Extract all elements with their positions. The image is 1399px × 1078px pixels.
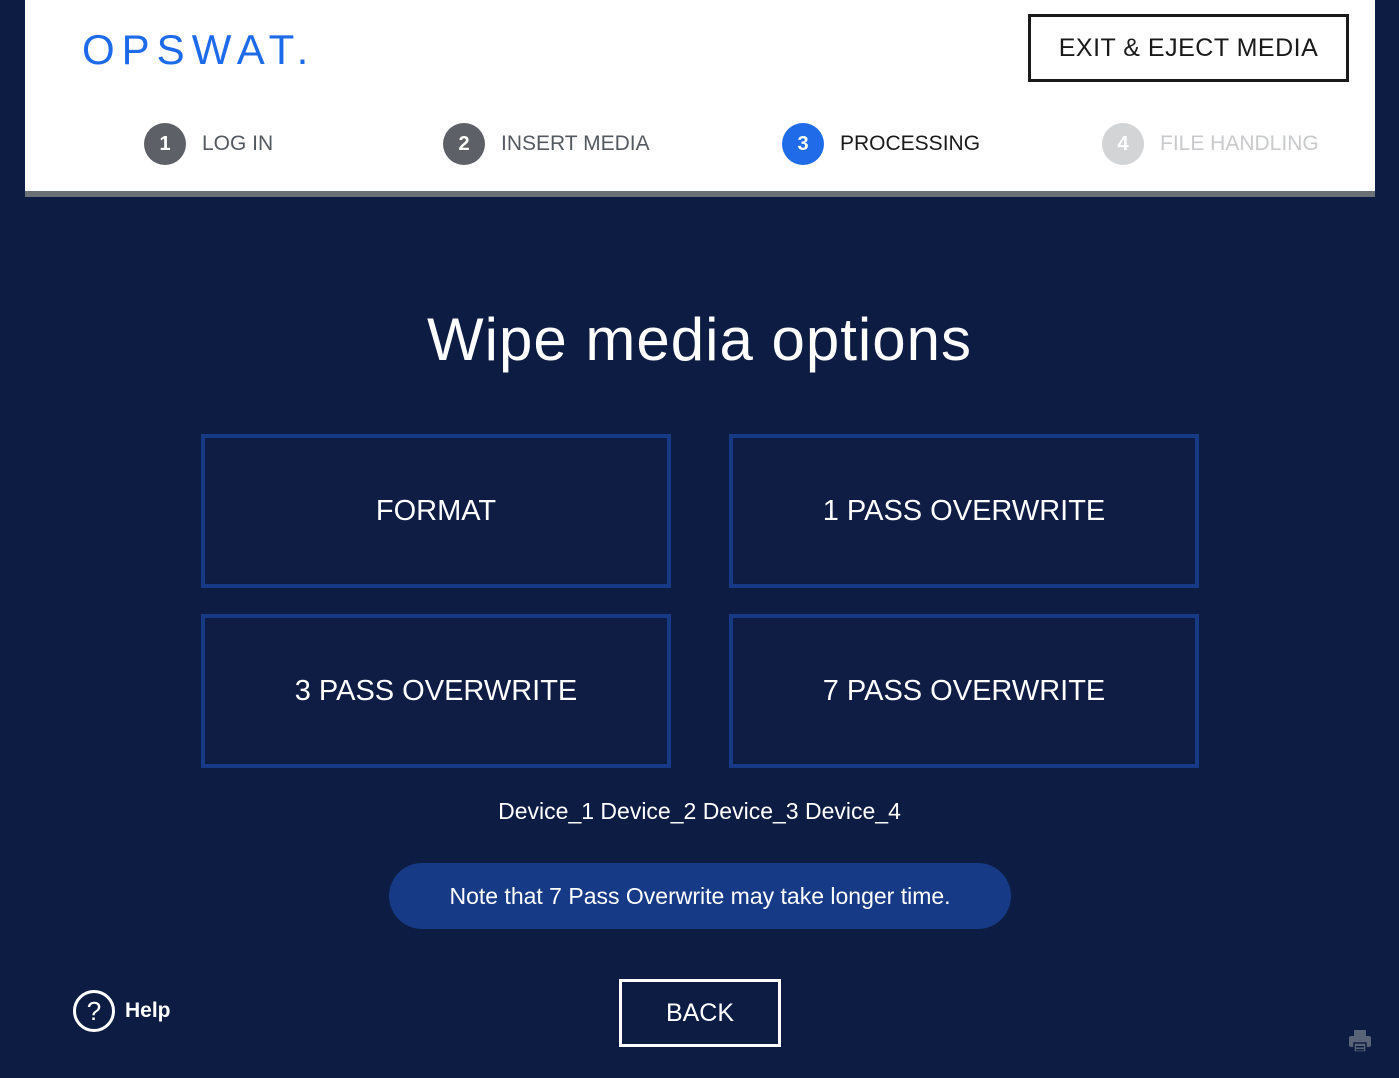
step-label: INSERT MEDIA bbox=[501, 132, 650, 155]
step-label: FILE HANDLING bbox=[1160, 132, 1319, 155]
help-button[interactable]: ? Help bbox=[73, 990, 171, 1032]
step-file-handling: 4 FILE HANDLING bbox=[1102, 123, 1319, 165]
step-log-in: 1 LOG IN bbox=[144, 123, 273, 165]
step-number: 4 bbox=[1102, 123, 1144, 165]
step-label: PROCESSING bbox=[840, 132, 981, 155]
step-processing: 3 PROCESSING bbox=[782, 123, 980, 165]
format-button[interactable]: FORMAT bbox=[201, 434, 671, 588]
top-header: OPSWAT. EXIT & EJECT MEDIA 1 LOG IN 2 IN… bbox=[25, 0, 1375, 197]
exit-eject-media-button[interactable]: EXIT & EJECT MEDIA bbox=[1028, 14, 1349, 82]
help-label: Help bbox=[125, 999, 171, 1022]
back-button[interactable]: BACK bbox=[619, 979, 781, 1047]
three-pass-overwrite-button[interactable]: 3 PASS OVERWRITE bbox=[201, 614, 671, 768]
opswat-logo: OPSWAT. bbox=[82, 26, 316, 73]
one-pass-overwrite-button[interactable]: 1 PASS OVERWRITE bbox=[729, 434, 1199, 588]
overwrite-note: Note that 7 Pass Overwrite may take long… bbox=[389, 863, 1011, 929]
step-number: 3 bbox=[782, 123, 824, 165]
step-number: 2 bbox=[443, 123, 485, 165]
page-title: Wipe media options bbox=[427, 306, 972, 373]
question-circle-icon: ? bbox=[73, 990, 115, 1032]
printer-icon[interactable] bbox=[1347, 1028, 1373, 1054]
step-label: LOG IN bbox=[202, 132, 274, 155]
step-number: 1 bbox=[144, 123, 186, 165]
device-list: Device_1 Device_2 Device_3 Device_4 bbox=[498, 798, 901, 824]
step-insert-media: 2 INSERT MEDIA bbox=[443, 123, 650, 165]
seven-pass-overwrite-button[interactable]: 7 PASS OVERWRITE bbox=[729, 614, 1199, 768]
